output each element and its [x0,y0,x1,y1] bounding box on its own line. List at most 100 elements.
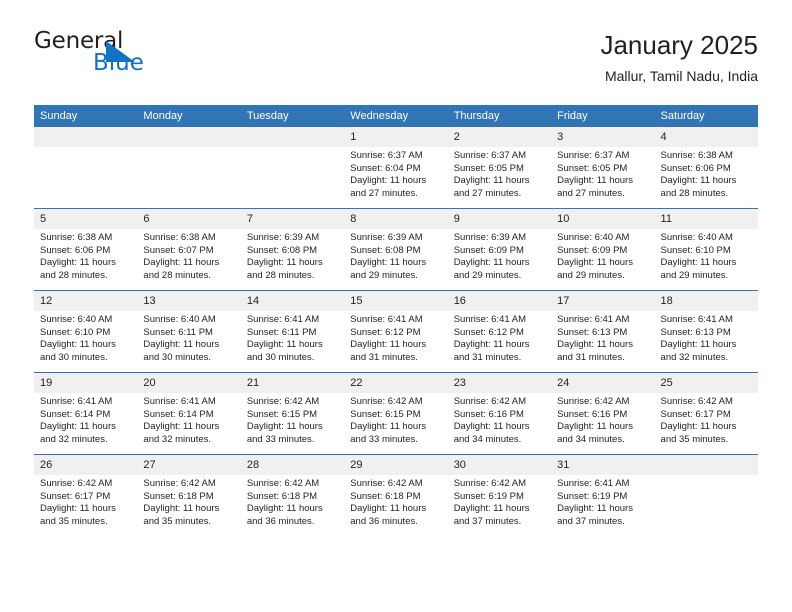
daylight-text-line1: Daylight: 11 hours [40,421,116,433]
weekday-header-monday: Monday [137,105,241,127]
day-number-cell[interactable]: 30 [447,455,552,475]
day-number-cell[interactable]: 22 [344,373,448,393]
daylight-text-line1: Daylight: 11 hours [453,257,530,269]
day-number-cell-empty [34,127,138,147]
day-detail-cell[interactable]: Sunrise: 6:39 AM Sunset: 6:08 PM Daylight:… [344,229,448,290]
day-detail-cell[interactable]: Sunrise: 6:42 AM Sunset: 6:16 PM Daylight:… [551,393,655,454]
day-number-cell[interactable]: 10 [551,209,655,229]
daylight-text-line1: Daylight: 11 hours [453,503,530,515]
day-detail-cell[interactable]: Sunrise: 6:41 AM Sunset: 6:14 PM Daylight:… [34,393,138,454]
day-number-row: 1234 [34,127,758,147]
daylight-text-line2: and 29 minutes. [350,269,418,281]
day-number-cell[interactable]: 6 [137,209,241,229]
day-number-cell[interactable]: 13 [137,291,241,311]
weekday-header-saturday: Saturday [654,105,758,127]
daylight-text-line2: and 34 minutes. [453,433,522,445]
sunrise-text: Sunrise: 6:39 AM [453,232,527,243]
sunset-text: Sunset: 6:04 PM [350,162,421,174]
day-detail-cell[interactable]: Sunrise: 6:37 AM Sunset: 6:05 PM Daylight:… [447,147,552,208]
day-detail-cell[interactable]: Sunrise: 6:40 AM Sunset: 6:11 PM Daylight:… [137,311,241,372]
day-number-row: 26 27 28 29 30 31 [34,455,758,475]
day-detail-cell[interactable]: Sunrise: 6:42 AM Sunset: 6:16 PM Daylight:… [447,393,552,454]
day-number-cell[interactable]: 3 [551,127,655,147]
day-detail-cell[interactable]: Sunrise: 6:41 AM Sunset: 6:13 PM Daylight:… [551,311,655,372]
day-number-cell[interactable]: 14 [240,291,345,311]
daylight-text-line2: and 33 minutes. [246,433,315,445]
day-number-cell[interactable]: 2 [447,127,552,147]
day-number-cell[interactable]: 21 [240,373,345,393]
day-detail-cell[interactable]: Sunrise: 6:41 AM Sunset: 6:14 PM Daylight:… [137,393,241,454]
day-number-cell[interactable]: 9 [447,209,552,229]
day-detail-cell[interactable]: Sunrise: 6:42 AM Sunset: 6:18 PM Daylight:… [344,475,448,536]
day-detail-cell[interactable]: Sunrise: 6:42 AM Sunset: 6:17 PM Daylight:… [654,393,758,454]
day-detail-cell[interactable]: Sunrise: 6:39 AM Sunset: 6:09 PM Daylight:… [447,229,552,290]
day-detail-cell[interactable]: Sunrise: 6:39 AM Sunset: 6:08 PM Daylight:… [240,229,345,290]
day-number-cell[interactable]: 31 [551,455,655,475]
day-detail-cell[interactable]: Sunrise: 6:41 AM Sunset: 6:11 PM Daylight:… [240,311,345,372]
day-number-cell[interactable]: 16 [447,291,552,311]
sunrise-text: Sunrise: 6:41 AM [143,396,216,407]
daylight-text-line2: and 28 minutes. [246,269,315,281]
day-detail-cell[interactable]: Sunrise: 6:42 AM Sunset: 6:15 PM Daylight:… [344,393,448,454]
calendar-page: General Blue January 2025 Mallur, Tamil … [0,0,792,612]
day-detail-row: Sunrise: 6:38 AM Sunset: 6:06 PM Daylight:… [34,229,758,290]
sunrise-text: Sunrise: 6:41 AM [557,314,630,325]
daylight-text-line2: and 30 minutes. [40,351,108,363]
weekday-header-wednesday: Wednesday [344,105,448,127]
day-detail-cell[interactable]: Sunrise: 6:41 AM Sunset: 6:19 PM Daylight:… [551,475,655,536]
day-number-cell[interactable]: 24 [551,373,655,393]
daylight-text-line2: and 31 minutes. [350,351,418,363]
day-number-row: 12 13 14 15 16 17 18 [34,291,758,311]
day-number-cell[interactable]: 23 [447,373,552,393]
day-number-cell[interactable]: 15 [344,291,448,311]
day-detail-cell[interactable]: Sunrise: 6:42 AM Sunset: 6:15 PM Daylight:… [240,393,345,454]
day-number-cell[interactable]: 25 [654,373,758,393]
daylight-text-line1: Daylight: 11 hours [40,503,116,515]
sunset-text: Sunset: 6:16 PM [557,408,628,420]
day-detail-cell[interactable]: Sunrise: 6:38 AM Sunset: 6:07 PM Daylight:… [137,229,241,290]
day-number-cell[interactable]: 12 [34,291,138,311]
day-detail-cell[interactable]: Sunrise: 6:42 AM Sunset: 6:17 PM Daylight:… [34,475,138,536]
day-detail-cell[interactable]: Sunrise: 6:40 AM Sunset: 6:10 PM Daylight:… [654,229,758,290]
day-number-cell[interactable]: 17 [551,291,655,311]
sunset-text: Sunset: 6:05 PM [557,162,628,174]
day-number-cell[interactable]: 20 [137,373,241,393]
day-number-cell[interactable]: 27 [137,455,241,475]
day-number-cell[interactable]: 11 [654,209,758,229]
day-detail-cell[interactable]: Sunrise: 6:37 AM Sunset: 6:05 PM Daylight:… [551,147,655,208]
day-number-cell[interactable]: 29 [344,455,448,475]
day-detail-cell[interactable]: Sunrise: 6:42 AM Sunset: 6:18 PM Daylight:… [240,475,345,536]
day-number-cell[interactable]: 19 [34,373,138,393]
day-number-cell-empty [137,127,241,147]
day-number-cell[interactable]: 18 [654,291,758,311]
sunset-text: Sunset: 6:10 PM [660,244,731,256]
day-number-cell[interactable]: 26 [34,455,138,475]
day-number-cell[interactable]: 1 [344,127,448,147]
day-detail-cell[interactable]: Sunrise: 6:40 AM Sunset: 6:10 PM Daylight:… [34,311,138,372]
sunrise-text: Sunrise: 6:39 AM [350,232,423,243]
daylight-text-line2: and 31 minutes. [557,351,625,363]
day-number-cell[interactable]: 4 [654,127,758,147]
day-detail-cell[interactable]: Sunrise: 6:38 AM Sunset: 6:06 PM Daylight:… [34,229,138,290]
day-number-cell[interactable]: 8 [344,209,448,229]
day-number-cell[interactable]: 5 [34,209,138,229]
daylight-text-line1: Daylight: 11 hours [557,421,633,433]
sunset-text: Sunset: 6:19 PM [453,490,524,502]
day-detail-cell[interactable]: Sunrise: 6:38 AM Sunset: 6:06 PM Daylight:… [654,147,758,208]
daylight-text-line1: Daylight: 11 hours [143,421,220,433]
brand-logo[interactable]: General Blue [34,28,294,90]
day-detail-row: Sunrise: 6:40 AM Sunset: 6:10 PM Daylight:… [34,311,758,372]
daylight-text-line2: and 36 minutes. [246,515,315,527]
day-number-cell[interactable]: 7 [240,209,345,229]
day-detail-cell[interactable]: Sunrise: 6:37 AM Sunset: 6:04 PM Daylight:… [344,147,448,208]
page-title: January 2025 [600,30,758,60]
day-detail-cell[interactable]: Sunrise: 6:40 AM Sunset: 6:09 PM Daylight:… [551,229,655,290]
day-detail-cell-empty [34,147,138,208]
day-detail-cell[interactable]: Sunrise: 6:41 AM Sunset: 6:12 PM Daylight:… [447,311,552,372]
day-detail-cell[interactable]: Sunrise: 6:41 AM Sunset: 6:13 PM Daylight:… [654,311,758,372]
day-number-cell[interactable]: 28 [240,455,345,475]
day-detail-cell[interactable]: Sunrise: 6:41 AM Sunset: 6:12 PM Daylight:… [344,311,448,372]
day-detail-cell[interactable]: Sunrise: 6:42 AM Sunset: 6:19 PM Daylight:… [447,475,552,536]
weekday-header-row: Sunday Monday Tuesday Wednesday Thursday… [34,105,758,127]
day-detail-cell[interactable]: Sunrise: 6:42 AM Sunset: 6:18 PM Daylight:… [137,475,241,536]
